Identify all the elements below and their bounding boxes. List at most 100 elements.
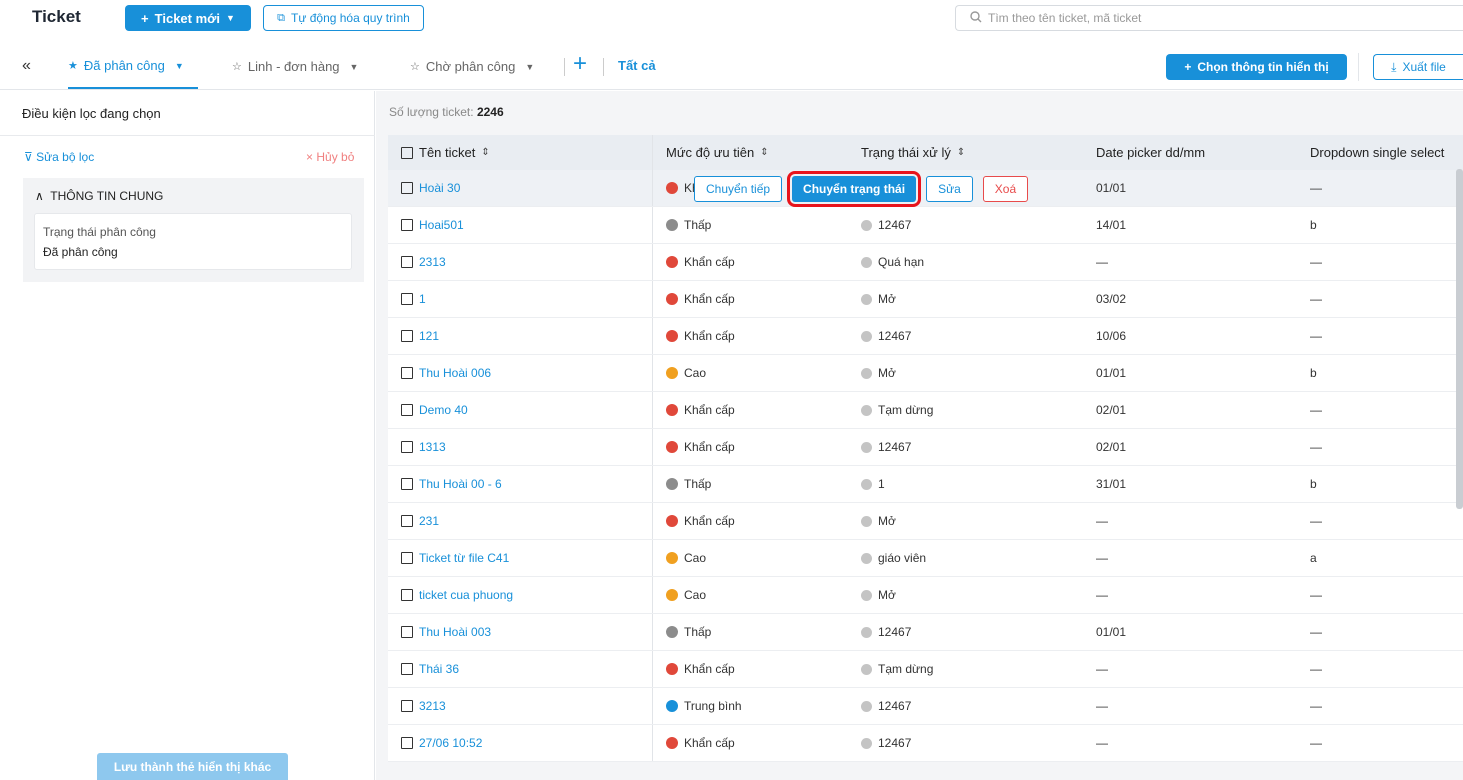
tab-linh-don-hang[interactable]: ☆ Linh - đơn hàng ▼ bbox=[232, 44, 358, 89]
automation-label: Tự động hóa quy trình bbox=[291, 11, 410, 25]
column-header-status[interactable]: Trạng thái xử lý ⇕ bbox=[861, 135, 1091, 170]
scrollbar[interactable] bbox=[1456, 169, 1463, 509]
row-checkbox[interactable] bbox=[401, 256, 413, 268]
column-header-name[interactable]: Tên ticket ⇕ bbox=[401, 135, 641, 170]
date-text: 10/06 bbox=[1096, 329, 1127, 343]
edit-filter-link[interactable]: ⊽ Sửa bộ lọc bbox=[24, 150, 94, 164]
date-text: — bbox=[1096, 514, 1108, 528]
row-checkbox[interactable] bbox=[401, 404, 413, 416]
edit-button[interactable]: Sửa bbox=[926, 176, 973, 202]
column-header-date[interactable]: Date picker dd/mm bbox=[1096, 135, 1296, 170]
dropdown-text: — bbox=[1310, 292, 1322, 306]
table-row[interactable]: 231 Khẩn cấp Mở — — bbox=[388, 503, 1463, 540]
column-divider bbox=[652, 577, 653, 613]
table-row[interactable]: Ticket từ file C41 Cao giáo viên — a bbox=[388, 540, 1463, 577]
row-checkbox[interactable] bbox=[401, 441, 413, 453]
row-checkbox[interactable] bbox=[401, 589, 413, 601]
table-row[interactable]: Hoai501 Thấp 12467 14/01 b bbox=[388, 207, 1463, 244]
ticket-name-link[interactable]: 121 bbox=[419, 329, 439, 343]
table-row[interactable]: Hoài 30 Khẩn cấp 01/01 — Chuyển tiếp Chu… bbox=[388, 170, 1463, 207]
date-text: 01/01 bbox=[1096, 625, 1127, 639]
column-header-priority[interactable]: Mức độ ưu tiên ⇕ bbox=[666, 135, 856, 170]
add-tab-icon[interactable]: + bbox=[573, 52, 587, 76]
cancel-filter-link[interactable]: × Hủy bỏ bbox=[306, 150, 354, 164]
cell-date: 03/02 bbox=[1096, 281, 1296, 317]
cell-date: — bbox=[1096, 244, 1296, 280]
ticket-name-link[interactable]: Demo 40 bbox=[419, 403, 468, 417]
choose-display-button[interactable]: + Chọn thông tin hiển thị bbox=[1166, 54, 1347, 80]
table-row[interactable]: 1 Khẩn cấp Mở 03/02 — bbox=[388, 281, 1463, 318]
table-row[interactable]: 27/06 10:52 Khẩn cấp 12467 — — bbox=[388, 725, 1463, 762]
table-row[interactable]: Demo 40 Khẩn cấp Tạm dừng 02/01 — bbox=[388, 392, 1463, 429]
chevron-down-icon[interactable]: ▼ bbox=[525, 62, 534, 72]
ticket-name-link[interactable]: Hoai501 bbox=[419, 218, 464, 232]
table-row[interactable]: 2313 Khẩn cấp Quá hạn — — bbox=[388, 244, 1463, 281]
select-all-checkbox[interactable] bbox=[401, 146, 413, 159]
change-status-button[interactable]: Chuyển trạng thái bbox=[787, 171, 922, 207]
search-box[interactable] bbox=[955, 5, 1463, 31]
ticket-name-link[interactable]: Hoài 30 bbox=[419, 181, 460, 195]
column-divider bbox=[652, 503, 653, 539]
collapse-sidebar-icon[interactable]: « bbox=[22, 57, 31, 75]
date-text: 01/01 bbox=[1096, 181, 1127, 195]
row-checkbox[interactable] bbox=[401, 367, 413, 379]
table-row[interactable]: Thu Hoài 00 - 6 Thấp 1 31/01 b bbox=[388, 466, 1463, 503]
row-checkbox[interactable] bbox=[401, 626, 413, 638]
column-header-dropdown[interactable]: Dropdown single select bbox=[1310, 135, 1463, 170]
dropdown-text: — bbox=[1310, 440, 1322, 454]
ticket-name-link[interactable]: Thái 36 bbox=[419, 662, 459, 676]
ticket-name-link[interactable]: 3213 bbox=[419, 699, 446, 713]
table-row[interactable]: 3213 Trung bình 12467 — — bbox=[388, 688, 1463, 725]
search-input[interactable] bbox=[988, 11, 1388, 25]
ticket-name-link[interactable]: ticket cua phuong bbox=[419, 588, 513, 602]
table-row[interactable]: ticket cua phuong Cao Mở — — bbox=[388, 577, 1463, 614]
table-row[interactable]: Thu Hoài 006 Cao Mở 01/01 b bbox=[388, 355, 1463, 392]
save-view-button[interactable]: Lưu thành thẻ hiển thị khác bbox=[97, 753, 288, 780]
chevron-down-icon[interactable]: ▼ bbox=[175, 61, 184, 71]
ticket-name-link[interactable]: 27/06 10:52 bbox=[419, 736, 482, 750]
chevron-down-icon[interactable]: ▼ bbox=[350, 62, 359, 72]
ticket-name-link[interactable]: 1 bbox=[419, 292, 426, 306]
cell-status: 12467 bbox=[861, 614, 1091, 650]
tab-cho-phan-cong[interactable]: ☆ Chờ phân công ▼ bbox=[410, 44, 534, 89]
ticket-name-link[interactable]: Thu Hoài 00 - 6 bbox=[419, 477, 502, 491]
table-row[interactable]: Thái 36 Khẩn cấp Tạm dừng — — bbox=[388, 651, 1463, 688]
row-checkbox[interactable] bbox=[401, 552, 413, 564]
ticket-name-link[interactable]: Ticket từ file C41 bbox=[419, 551, 509, 565]
status-text: 12467 bbox=[878, 329, 912, 343]
row-checkbox[interactable] bbox=[401, 515, 413, 527]
row-checkbox[interactable] bbox=[401, 293, 413, 305]
column-divider bbox=[652, 170, 653, 206]
table-row[interactable]: Thu Hoài 003 Thấp 12467 01/01 — bbox=[388, 614, 1463, 651]
ticket-name-link[interactable]: 1313 bbox=[419, 440, 446, 454]
tab-all[interactable]: Tất cả bbox=[618, 58, 656, 73]
forward-button[interactable]: Chuyển tiếp bbox=[694, 176, 783, 202]
ticket-name-link[interactable]: Thu Hoài 003 bbox=[419, 625, 491, 639]
ticket-name-link[interactable]: 2313 bbox=[419, 255, 446, 269]
automation-button[interactable]: ⧉ Tự động hóa quy trình bbox=[263, 5, 424, 31]
cell-status: 12467 bbox=[861, 318, 1091, 354]
export-button[interactable]: ⤓ Xuất file bbox=[1373, 54, 1463, 80]
delete-button[interactable]: Xoá bbox=[982, 176, 1029, 202]
table-row[interactable]: 1313 Khẩn cấp 12467 02/01 — bbox=[388, 429, 1463, 466]
table-row[interactable]: 121 Khẩn cấp 12467 10/06 — bbox=[388, 318, 1463, 355]
row-checkbox[interactable] bbox=[401, 737, 413, 749]
dropdown-text: b bbox=[1310, 218, 1317, 232]
ticket-name-link[interactable]: Thu Hoài 006 bbox=[419, 366, 491, 380]
priority-text: Cao bbox=[684, 588, 707, 602]
new-ticket-button[interactable]: + Ticket mới ▼ bbox=[125, 5, 251, 31]
row-checkbox[interactable] bbox=[401, 700, 413, 712]
sort-icon[interactable]: ⇕ bbox=[760, 147, 768, 158]
row-checkbox[interactable] bbox=[401, 219, 413, 231]
sort-icon[interactable]: ⇕ bbox=[481, 147, 489, 158]
status-dot-icon bbox=[861, 441, 872, 453]
sort-icon[interactable]: ⇕ bbox=[957, 147, 965, 158]
row-checkbox[interactable] bbox=[401, 182, 413, 194]
cell-priority: Thấp bbox=[666, 614, 856, 650]
ticket-name-link[interactable]: 231 bbox=[419, 514, 439, 528]
filter-group-header[interactable]: ∧ THÔNG TIN CHUNG bbox=[35, 189, 163, 203]
row-checkbox[interactable] bbox=[401, 478, 413, 490]
row-checkbox[interactable] bbox=[401, 663, 413, 675]
row-checkbox[interactable] bbox=[401, 330, 413, 342]
tab-da-phan-cong[interactable]: ★ Đã phân công ▼ bbox=[68, 44, 198, 89]
